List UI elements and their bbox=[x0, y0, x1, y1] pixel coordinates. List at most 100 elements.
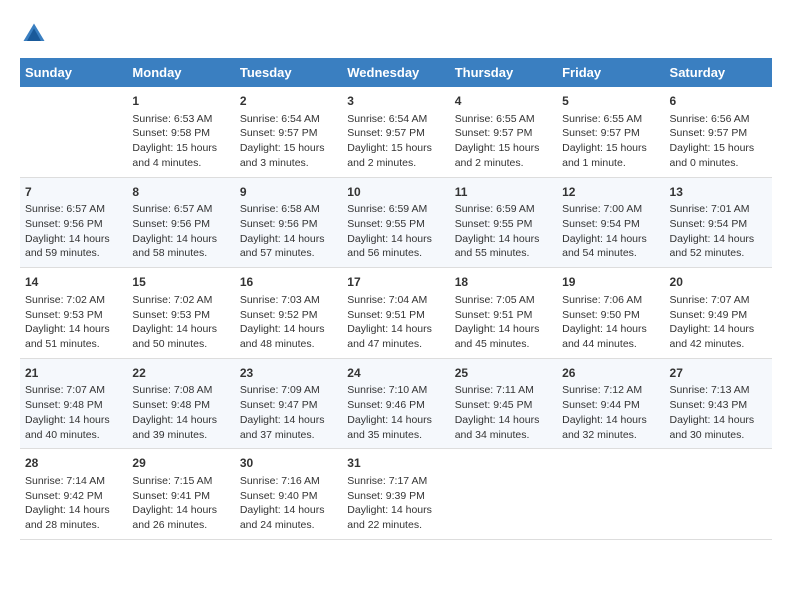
day-info: Sunrise: 7:16 AM Sunset: 9:40 PM Dayligh… bbox=[240, 474, 337, 533]
calendar-cell: 2 Sunrise: 6:54 AM Sunset: 9:57 PM Daylig… bbox=[235, 87, 342, 177]
day-number: 24 bbox=[347, 365, 444, 382]
day-info: Sunrise: 7:00 AM Sunset: 9:54 PM Dayligh… bbox=[562, 202, 659, 261]
calendar-cell: 14 Sunrise: 7:02 AM Sunset: 9:53 PM Dayli… bbox=[20, 268, 127, 359]
day-number: 14 bbox=[25, 274, 122, 291]
calendar-cell: 1 Sunrise: 6:53 AM Sunset: 9:58 PM Daylig… bbox=[127, 87, 234, 177]
calendar-cell: 9Sunrise: 6:58 AM Sunset: 9:56 PM Daylig… bbox=[235, 177, 342, 268]
calendar-cell: 5Sunrise: 6:55 AM Sunset: 9:57 PM Daylig… bbox=[557, 87, 664, 177]
day-info: Sunrise: 6:54 AM Sunset: 9:57 PM Dayligh… bbox=[347, 112, 444, 171]
day-number: 4 bbox=[455, 93, 552, 110]
day-of-week-saturday: Saturday bbox=[665, 58, 772, 87]
day-number: 2 bbox=[240, 93, 337, 110]
day-of-week-monday: Monday bbox=[127, 58, 234, 87]
day-info: Sunrise: 6:56 AM Sunset: 9:57 PM Dayligh… bbox=[670, 112, 767, 171]
day-number: 18 bbox=[455, 274, 552, 291]
day-info: Sunrise: 6:54 AM Sunset: 9:57 PM Dayligh… bbox=[240, 112, 337, 171]
day-number: 8 bbox=[132, 184, 229, 201]
calendar-body: 1 Sunrise: 6:53 AM Sunset: 9:58 PM Daylig… bbox=[20, 87, 772, 539]
day-number: 7 bbox=[25, 184, 122, 201]
day-info: Sunrise: 7:02 AM Sunset: 9:53 PM Dayligh… bbox=[132, 293, 229, 352]
calendar-cell: 27Sunrise: 7:13 AM Sunset: 9:43 PM Dayli… bbox=[665, 358, 772, 449]
day-of-week-wednesday: Wednesday bbox=[342, 58, 449, 87]
calendar-cell: 15 Sunrise: 7:02 AM Sunset: 9:53 PM Dayli… bbox=[127, 268, 234, 359]
day-info: Sunrise: 7:03 AM Sunset: 9:52 PM Dayligh… bbox=[240, 293, 337, 352]
day-info: Sunrise: 7:08 AM Sunset: 9:48 PM Dayligh… bbox=[132, 383, 229, 442]
day-number: 15 bbox=[132, 274, 229, 291]
day-info: Sunrise: 6:58 AM Sunset: 9:56 PM Dayligh… bbox=[240, 202, 337, 261]
day-of-week-tuesday: Tuesday bbox=[235, 58, 342, 87]
calendar-cell bbox=[450, 449, 557, 540]
calendar-cell: 7Sunrise: 6:57 AM Sunset: 9:56 PM Daylig… bbox=[20, 177, 127, 268]
day-info: Sunrise: 7:09 AM Sunset: 9:47 PM Dayligh… bbox=[240, 383, 337, 442]
calendar-cell: 20 Sunrise: 7:07 AM Sunset: 9:49 PM Dayli… bbox=[665, 268, 772, 359]
day-info: Sunrise: 7:05 AM Sunset: 9:51 PM Dayligh… bbox=[455, 293, 552, 352]
day-number: 16 bbox=[240, 274, 337, 291]
day-info: Sunrise: 6:57 AM Sunset: 9:56 PM Dayligh… bbox=[132, 202, 229, 261]
calendar-cell: 28Sunrise: 7:14 AM Sunset: 9:42 PM Dayli… bbox=[20, 449, 127, 540]
calendar-cell: 18 Sunrise: 7:05 AM Sunset: 9:51 PM Dayli… bbox=[450, 268, 557, 359]
day-info: Sunrise: 7:10 AM Sunset: 9:46 PM Dayligh… bbox=[347, 383, 444, 442]
day-number: 20 bbox=[670, 274, 767, 291]
calendar-cell: 30 Sunrise: 7:16 AM Sunset: 9:40 PM Dayli… bbox=[235, 449, 342, 540]
day-number: 17 bbox=[347, 274, 444, 291]
day-number: 12 bbox=[562, 184, 659, 201]
day-number: 1 bbox=[132, 93, 229, 110]
week-row-4: 21Sunrise: 7:07 AM Sunset: 9:48 PM Dayli… bbox=[20, 358, 772, 449]
week-row-3: 14 Sunrise: 7:02 AM Sunset: 9:53 PM Dayli… bbox=[20, 268, 772, 359]
calendar-cell: 17 Sunrise: 7:04 AM Sunset: 9:51 PM Dayli… bbox=[342, 268, 449, 359]
day-number: 6 bbox=[670, 93, 767, 110]
day-of-week-friday: Friday bbox=[557, 58, 664, 87]
day-number: 29 bbox=[132, 455, 229, 472]
day-number: 19 bbox=[562, 274, 659, 291]
day-info: Sunrise: 6:59 AM Sunset: 9:55 PM Dayligh… bbox=[455, 202, 552, 261]
calendar-cell bbox=[20, 87, 127, 177]
day-info: Sunrise: 7:07 AM Sunset: 9:49 PM Dayligh… bbox=[670, 293, 767, 352]
calendar-cell: 22Sunrise: 7:08 AM Sunset: 9:48 PM Dayli… bbox=[127, 358, 234, 449]
calendar-cell: 4Sunrise: 6:55 AM Sunset: 9:57 PM Daylig… bbox=[450, 87, 557, 177]
calendar-cell: 31 Sunrise: 7:17 AM Sunset: 9:39 PM Dayli… bbox=[342, 449, 449, 540]
day-number: 3 bbox=[347, 93, 444, 110]
calendar-cell: 21Sunrise: 7:07 AM Sunset: 9:48 PM Dayli… bbox=[20, 358, 127, 449]
day-info: Sunrise: 7:14 AM Sunset: 9:42 PM Dayligh… bbox=[25, 474, 122, 533]
day-number: 9 bbox=[240, 184, 337, 201]
day-info: Sunrise: 7:02 AM Sunset: 9:53 PM Dayligh… bbox=[25, 293, 122, 352]
logo-icon bbox=[20, 20, 48, 48]
calendar-cell: 8Sunrise: 6:57 AM Sunset: 9:56 PM Daylig… bbox=[127, 177, 234, 268]
calendar-cell: 13Sunrise: 7:01 AM Sunset: 9:54 PM Dayli… bbox=[665, 177, 772, 268]
calendar-cell: 16 Sunrise: 7:03 AM Sunset: 9:52 PM Dayli… bbox=[235, 268, 342, 359]
day-info: Sunrise: 6:57 AM Sunset: 9:56 PM Dayligh… bbox=[25, 202, 122, 261]
day-info: Sunrise: 7:17 AM Sunset: 9:39 PM Dayligh… bbox=[347, 474, 444, 533]
day-number: 30 bbox=[240, 455, 337, 472]
calendar-header: SundayMondayTuesdayWednesdayThursdayFrid… bbox=[20, 58, 772, 87]
calendar-cell: 25Sunrise: 7:11 AM Sunset: 9:45 PM Dayli… bbox=[450, 358, 557, 449]
calendar-cell: 24Sunrise: 7:10 AM Sunset: 9:46 PM Dayli… bbox=[342, 358, 449, 449]
day-number: 21 bbox=[25, 365, 122, 382]
calendar-cell: 23Sunrise: 7:09 AM Sunset: 9:47 PM Dayli… bbox=[235, 358, 342, 449]
logo bbox=[20, 20, 52, 48]
day-number: 26 bbox=[562, 365, 659, 382]
day-info: Sunrise: 6:59 AM Sunset: 9:55 PM Dayligh… bbox=[347, 202, 444, 261]
calendar-cell: 3 Sunrise: 6:54 AM Sunset: 9:57 PM Daylig… bbox=[342, 87, 449, 177]
day-number: 27 bbox=[670, 365, 767, 382]
days-of-week-row: SundayMondayTuesdayWednesdayThursdayFrid… bbox=[20, 58, 772, 87]
day-info: Sunrise: 6:53 AM Sunset: 9:58 PM Dayligh… bbox=[132, 112, 229, 171]
week-row-2: 7Sunrise: 6:57 AM Sunset: 9:56 PM Daylig… bbox=[20, 177, 772, 268]
day-info: Sunrise: 7:15 AM Sunset: 9:41 PM Dayligh… bbox=[132, 474, 229, 533]
week-row-5: 28Sunrise: 7:14 AM Sunset: 9:42 PM Dayli… bbox=[20, 449, 772, 540]
day-number: 13 bbox=[670, 184, 767, 201]
day-info: Sunrise: 7:06 AM Sunset: 9:50 PM Dayligh… bbox=[562, 293, 659, 352]
day-number: 22 bbox=[132, 365, 229, 382]
day-number: 11 bbox=[455, 184, 552, 201]
day-info: Sunrise: 7:04 AM Sunset: 9:51 PM Dayligh… bbox=[347, 293, 444, 352]
calendar-cell bbox=[665, 449, 772, 540]
day-number: 25 bbox=[455, 365, 552, 382]
day-info: Sunrise: 7:01 AM Sunset: 9:54 PM Dayligh… bbox=[670, 202, 767, 261]
calendar-cell: 10Sunrise: 6:59 AM Sunset: 9:55 PM Dayli… bbox=[342, 177, 449, 268]
day-number: 23 bbox=[240, 365, 337, 382]
calendar-cell: 6 Sunrise: 6:56 AM Sunset: 9:57 PM Daylig… bbox=[665, 87, 772, 177]
calendar-cell: 11Sunrise: 6:59 AM Sunset: 9:55 PM Dayli… bbox=[450, 177, 557, 268]
calendar-cell: 26Sunrise: 7:12 AM Sunset: 9:44 PM Dayli… bbox=[557, 358, 664, 449]
calendar-table: SundayMondayTuesdayWednesdayThursdayFrid… bbox=[20, 58, 772, 540]
day-number: 31 bbox=[347, 455, 444, 472]
day-info: Sunrise: 7:11 AM Sunset: 9:45 PM Dayligh… bbox=[455, 383, 552, 442]
